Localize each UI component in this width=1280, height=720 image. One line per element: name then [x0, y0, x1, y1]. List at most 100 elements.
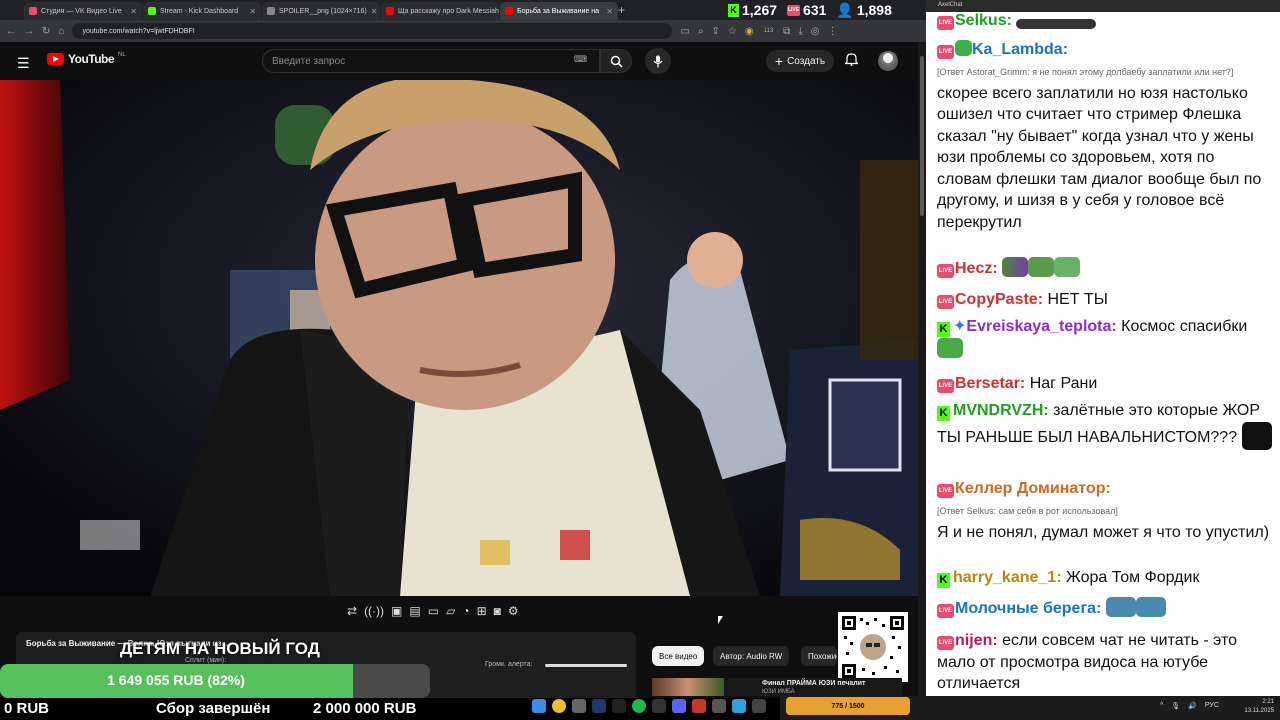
chat-nick[interactable]: Evreiskaya_teplota:: [966, 318, 1116, 335]
close-icon[interactable]: ✕: [130, 7, 137, 16]
stream-control-bar: ⇄ ((·)) ▣ ▤ ▭ ▱ ◔ ⊞ ◙ ⚙: [347, 604, 519, 618]
bell-icon[interactable]: [844, 52, 859, 69]
chip-all-videos[interactable]: Все видео: [652, 646, 705, 666]
address-bar: ← → ↻ ⌂ youtube.com/watch?v=ljwtFDHDBFI …: [0, 20, 926, 42]
close-icon[interactable]: ✕: [249, 7, 256, 16]
profile-icon[interactable]: ◎: [811, 26, 820, 37]
spotify-icon[interactable]: [632, 699, 646, 713]
chat-nick[interactable]: MVNDRVZH:: [953, 402, 1049, 419]
repeat-icon[interactable]: ⇄: [347, 604, 357, 618]
taskbar-widget[interactable]: 775 / 1500: [786, 697, 910, 715]
vk-live-icon: LIVE: [937, 264, 954, 278]
chrome-icon[interactable]: [552, 699, 566, 713]
tab-spoiler-image[interactable]: SPOILER__png (1024×716) ✕: [262, 2, 380, 20]
vk-live-icon: LIVE: [937, 45, 954, 59]
settings-icon[interactable]: ⚙: [508, 604, 519, 618]
new-tab-button[interactable]: +: [618, 3, 625, 17]
clapper-icon[interactable]: ▤: [409, 604, 420, 618]
video-player[interactable]: [0, 80, 918, 596]
chat-nick[interactable]: Hecz:: [955, 260, 998, 277]
explorer-icon[interactable]: [572, 699, 586, 713]
clock[interactable]: 2:21 13.11.2025: [1228, 698, 1274, 716]
chat-nick[interactable]: Молочные берега:: [955, 600, 1101, 617]
close-icon[interactable]: ✕: [606, 7, 613, 16]
pepe-emote: [937, 337, 963, 358]
chip-related[interactable]: Похожие: [801, 646, 837, 666]
scrollbar-thumb[interactable]: [920, 56, 924, 216]
kick-icon: K: [937, 322, 950, 337]
alert-volume-slider[interactable]: [545, 664, 627, 667]
monitor-icon[interactable]: ▱: [446, 604, 455, 618]
language-indicator[interactable]: РУС: [1205, 702, 1219, 710]
charity-banner: ДЕТЯМ НА НОВЫЙ ГОД: [120, 639, 320, 658]
extension-icon[interactable]: ◉: [745, 26, 754, 37]
reload-icon[interactable]: ↻: [42, 26, 50, 37]
tab-youtube-active[interactable]: Борьба за Выживание на ✕: [500, 2, 618, 20]
avatar[interactable]: [878, 51, 898, 71]
youtube-wordmark: YouTube: [68, 52, 115, 66]
bookmark-icon[interactable]: ☆: [728, 26, 737, 37]
zoom-icon[interactable]: ⌕: [698, 26, 704, 37]
emote: [1054, 257, 1081, 277]
chat-nick[interactable]: Bersetar:: [955, 375, 1025, 392]
home-icon[interactable]: ⌂: [58, 26, 64, 37]
share-icon[interactable]: ⇪: [712, 26, 720, 37]
chat-nick[interactable]: nijen:: [955, 632, 998, 649]
vk-live-icon: LIVE: [937, 636, 954, 650]
windows-start-icon[interactable]: [532, 699, 546, 713]
app-icon[interactable]: [692, 699, 706, 713]
keyboard-icon[interactable]: ⌨: [574, 54, 587, 65]
tab-youtube-dark-messiah[interactable]: Ща расскажу про Dark Messiah✕: [381, 2, 499, 20]
region-code: NL: [118, 52, 126, 58]
gauge-icon[interactable]: ◔: [462, 604, 469, 618]
chat-text: Космос спасибки: [1121, 318, 1248, 335]
chat-reply-quote: [Ответ Astorat_Grimm: я не понял этому д…: [937, 66, 1234, 77]
chat-nick[interactable]: Келлер Доминатор:: [955, 480, 1111, 497]
broadcast-icon[interactable]: ((·)): [364, 604, 384, 618]
chip-author[interactable]: Автор: Audio RW: [713, 646, 790, 666]
chat-window-title: AxelChat: [926, 0, 1280, 12]
extension-badge[interactable]: 113: [761, 27, 776, 35]
grin-emote: [1241, 421, 1272, 450]
page-scrollbar[interactable]: [918, 42, 926, 696]
tab-kick-dashboard[interactable]: Stream - Kick Dashboard ✕: [143, 2, 261, 20]
steam-icon[interactable]: [592, 699, 606, 713]
tab-vk-studio[interactable]: Студия — VK Видео Live ✕: [24, 2, 142, 20]
mic-button[interactable]: [645, 48, 671, 74]
next-video-title[interactable]: Финал ПРАЙМА ЮЗИ печалит: [762, 680, 865, 687]
discord-icon[interactable]: [672, 699, 686, 713]
chat-nick[interactable]: CopyPaste:: [955, 291, 1043, 308]
close-icon[interactable]: ✕: [371, 7, 378, 16]
chat-nick[interactable]: harry_kane_1:: [953, 569, 1062, 586]
add-media-icon[interactable]: ⊞: [477, 604, 487, 618]
back-icon[interactable]: ←: [6, 26, 16, 37]
url-field[interactable]: youtube.com/watch?v=ljwtFDHDBFI: [72, 23, 673, 39]
menu-dots-icon[interactable]: ⋮: [827, 26, 837, 37]
camera-icon[interactable]: ◙: [494, 604, 501, 618]
forward-icon[interactable]: →: [24, 26, 34, 37]
obs-icon[interactable]: [652, 699, 666, 713]
next-video-thumbnail[interactable]: [652, 678, 724, 696]
create-button[interactable]: + Создать: [766, 50, 834, 72]
youtube-logo[interactable]: YouTube NL: [47, 52, 126, 66]
image-icon[interactable]: ▭: [428, 604, 439, 618]
app-icon[interactable]: [612, 699, 626, 713]
search-button[interactable]: [600, 49, 632, 73]
extensions-icon[interactable]: ⧉: [783, 26, 790, 37]
download-icon[interactable]: ⤓: [798, 26, 802, 37]
cast-icon[interactable]: ▣: [391, 604, 402, 618]
chat-nick[interactable]: Ka_Lambda:: [972, 41, 1068, 58]
mic-icon[interactable]: 🎙: [1171, 702, 1180, 710]
menu-icon[interactable]: ☰: [17, 55, 30, 72]
cast-icon[interactable]: ▭: [680, 26, 689, 37]
chat-nick[interactable]: Selkus:: [955, 12, 1012, 29]
chat-text: скорее всего заплатили но юзя настолько …: [937, 84, 1262, 231]
telegram-icon[interactable]: [732, 699, 746, 713]
app-icon[interactable]: [752, 699, 766, 713]
chevron-up-icon[interactable]: ^: [1160, 702, 1163, 710]
search-input[interactable]: Введите запрос: [262, 49, 600, 73]
search-icon: [610, 55, 623, 68]
app-icon[interactable]: [712, 699, 726, 713]
emote: [1135, 597, 1166, 617]
volume-icon[interactable]: 🔊: [1188, 702, 1197, 710]
